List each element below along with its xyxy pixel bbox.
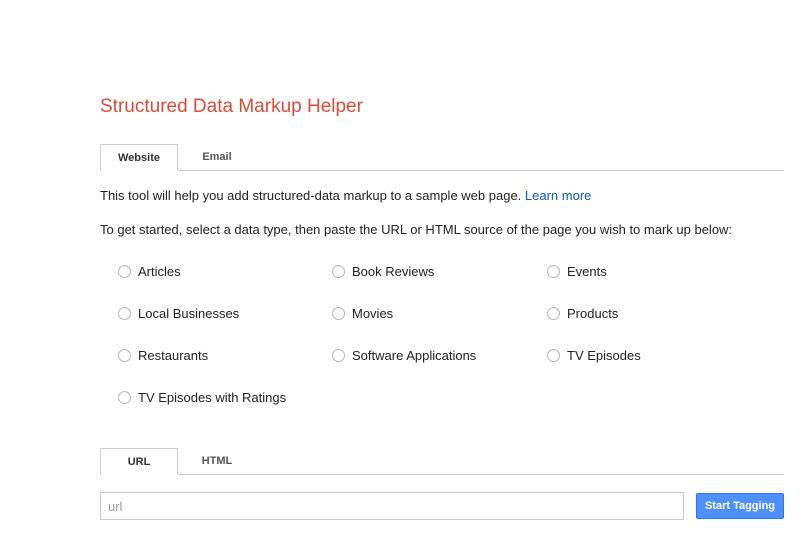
data-type-label: TV Episodes <box>567 348 641 363</box>
learn-more-link[interactable]: Learn more <box>525 188 591 203</box>
data-type-software-applications[interactable]: Software Applications <box>332 348 476 363</box>
intro-text: This tool will help you add structured-d… <box>100 188 591 203</box>
radio-button[interactable] <box>547 265 560 278</box>
data-type-products[interactable]: Products <box>547 306 618 321</box>
data-type-book-reviews[interactable]: Book Reviews <box>332 264 434 279</box>
data-type-label: Events <box>567 264 607 279</box>
start-tagging-button[interactable]: Start Tagging <box>696 493 784 519</box>
data-type-label: Articles <box>138 264 181 279</box>
data-type-tv-episodes-with-ratings[interactable]: TV Episodes with Ratings <box>118 390 286 405</box>
intro-sentence: This tool will help you add structured-d… <box>100 188 522 203</box>
radio-button[interactable] <box>547 349 560 362</box>
data-type-label: Movies <box>352 306 394 321</box>
data-type-label: Products <box>567 306 619 321</box>
data-type-articles[interactable]: Articles <box>118 264 181 279</box>
data-type-label: TV Episodes with Ratings <box>138 390 287 405</box>
data-type-local-businesses[interactable]: Local Businesses <box>118 306 239 321</box>
input-tabs: URL HTML <box>100 448 784 475</box>
radio-button[interactable] <box>547 307 560 320</box>
page-title: Structured Data Markup Helper <box>100 96 363 117</box>
data-type-label: Local Businesses <box>138 306 240 321</box>
data-type-label: Book Reviews <box>352 264 435 279</box>
radio-button[interactable] <box>118 391 131 404</box>
radio-button[interactable] <box>118 307 131 320</box>
radio-button[interactable] <box>332 307 345 320</box>
data-type-movies[interactable]: Movies <box>332 306 393 321</box>
radio-button[interactable] <box>118 265 131 278</box>
url-input[interactable] <box>100 492 684 520</box>
instructions-text: To get started, select a data type, then… <box>100 222 733 237</box>
radio-button[interactable] <box>118 349 131 362</box>
data-type-restaurants[interactable]: Restaurants <box>118 348 208 363</box>
markup-helper-page: Structured Data Markup Helper Website Em… <box>0 0 800 547</box>
data-type-tv-episodes[interactable]: TV Episodes <box>547 348 641 363</box>
source-tabs: Website Email <box>100 144 784 171</box>
tab-url[interactable]: URL <box>100 448 178 475</box>
data-type-events[interactable]: Events <box>547 264 607 279</box>
data-type-label: Software Applications <box>352 348 477 363</box>
tab-html[interactable]: HTML <box>178 448 256 474</box>
data-type-label: Restaurants <box>138 348 209 363</box>
tab-email[interactable]: Email <box>178 144 256 170</box>
radio-button[interactable] <box>332 265 345 278</box>
tab-website[interactable]: Website <box>100 144 178 171</box>
radio-button[interactable] <box>332 349 345 362</box>
